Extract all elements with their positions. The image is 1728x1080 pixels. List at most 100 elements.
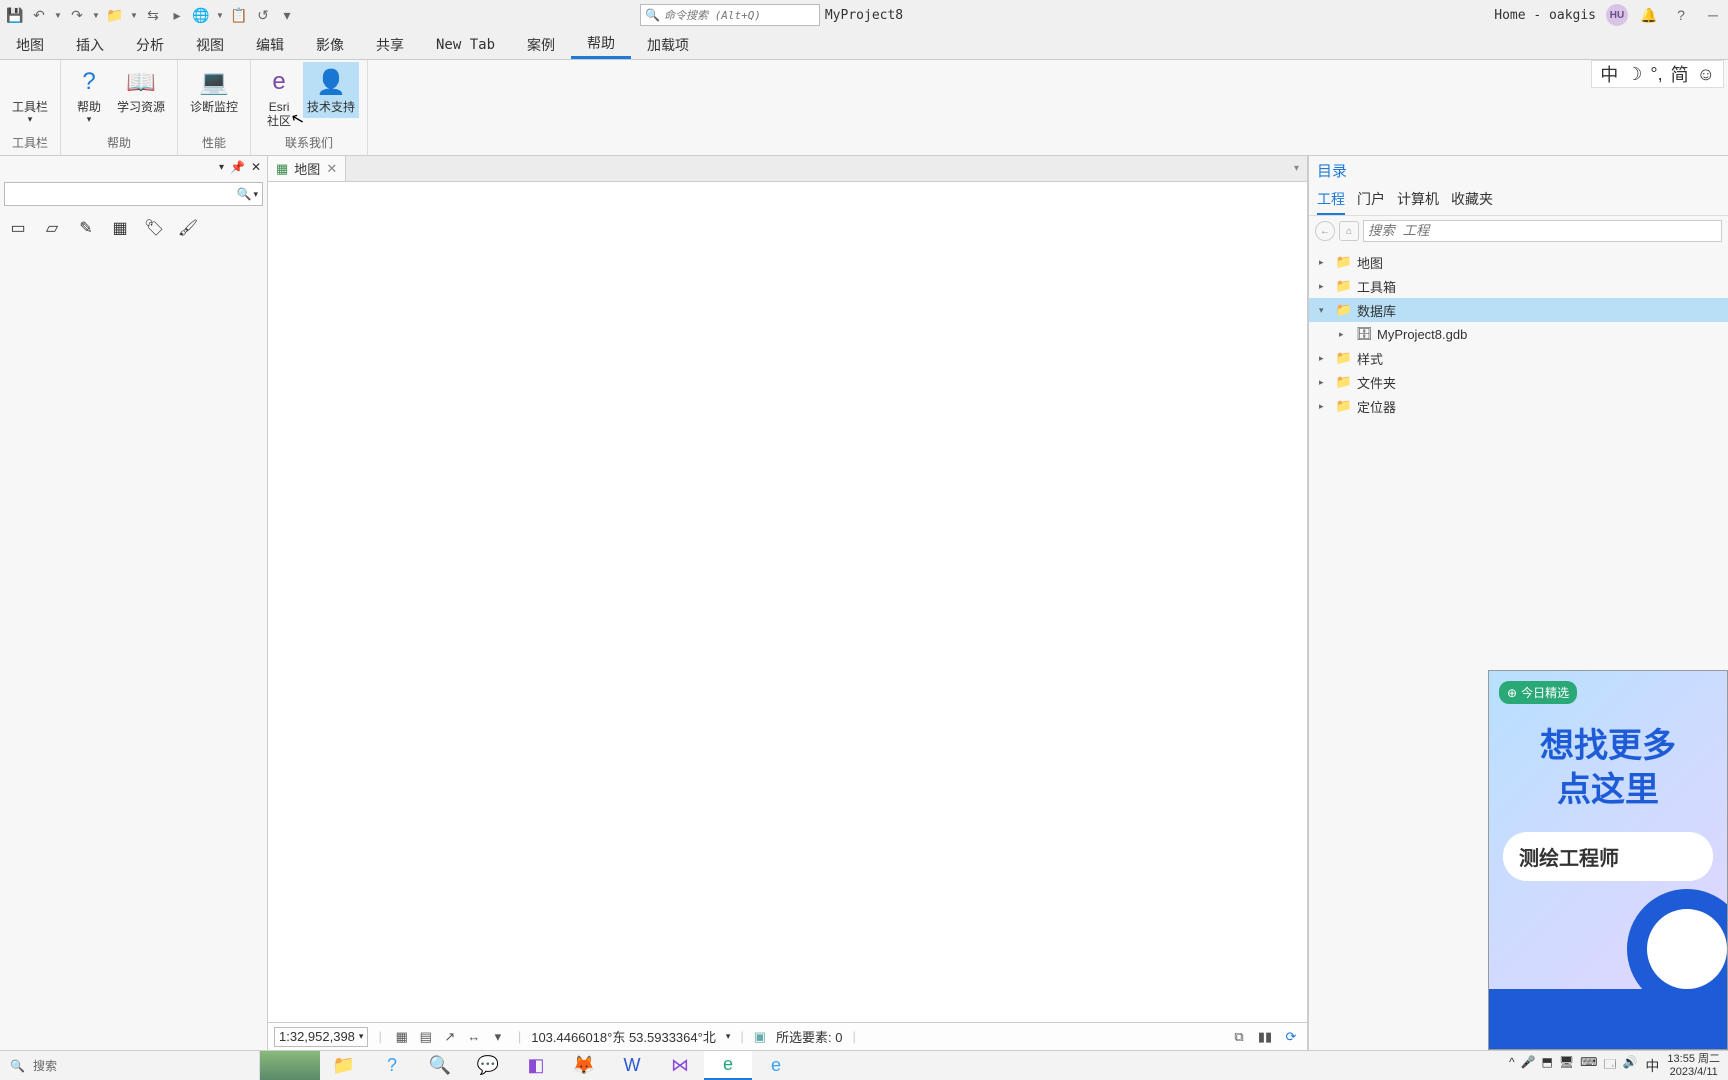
chevron-down-icon[interactable]: ▾ [219,162,224,173]
chevron-down-icon[interactable]: ▾ [726,1031,731,1042]
tray-icon-1[interactable]: 🎤 [1521,1055,1536,1076]
tab-帮助[interactable]: 帮助 [571,30,631,59]
ribbon-诊断监控[interactable]: 💻诊断监控 [186,62,242,118]
tree-node-定位器[interactable]: ▸📁定位器 [1309,394,1728,418]
dropdown-icon[interactable]: ▼ [128,4,140,26]
paste-icon[interactable]: 📋 [228,4,250,26]
bell-icon[interactable]: 🔔 [1638,4,1660,26]
coordinates[interactable]: 103.4466018°东 53.5933364°北 [531,1027,716,1046]
taskbar-app-wechat[interactable]: 💬 [464,1051,512,1080]
chevron-down-icon[interactable]: ▾ [1286,163,1307,174]
command-search-input[interactable] [664,9,815,22]
ime-char[interactable]: 简 [1671,61,1689,87]
ime-char[interactable]: °, [1650,64,1662,85]
catalog-search-input[interactable] [1363,220,1722,242]
command-search[interactable]: 🔍 [640,4,820,26]
contents-search-input[interactable] [9,187,237,202]
taskbar-app-app-purple[interactable]: ◧ [512,1051,560,1080]
tree-node-数据库[interactable]: ▾📁数据库 [1309,298,1728,322]
tray-icon-2[interactable]: ⬒ [1542,1055,1553,1076]
tray-icon-4[interactable]: ⌨ [1580,1055,1597,1076]
back-button[interactable]: ← [1315,221,1335,241]
tray-icon-3[interactable]: 🖥 [1559,1055,1574,1076]
tray-icon-0[interactable]: ^ [1509,1055,1515,1076]
dropdown-icon[interactable]: ▼ [90,4,102,26]
ime-char[interactable]: 中 [1600,61,1618,87]
clock[interactable]: 13:55 周二2023/4/11 [1667,1053,1720,1077]
dropdown-icon[interactable]: ▼ [52,4,64,26]
tree-node-文件夹[interactable]: ▸📁文件夹 [1309,370,1728,394]
help-icon[interactable]: ? [1670,4,1692,26]
expand-icon[interactable]: ▸ [1319,377,1331,388]
taskbar-app-firefox[interactable]: 🦊 [560,1051,608,1080]
tab-New Tab[interactable]: New Tab [420,30,511,59]
map-tab[interactable]: ▦ 地图 ✕ [268,156,346,181]
undo-icon[interactable]: ↶ [28,4,50,26]
dropdown-icon[interactable]: ▼ [214,4,226,26]
contents-listing[interactable] [0,246,267,254]
expand-icon[interactable]: ▸ [1319,257,1331,268]
ime-char[interactable]: ☺ [1697,64,1715,85]
tree-node-地图[interactable]: ▸📁地图 [1309,250,1728,274]
catalog-tab-计算机[interactable]: 计算机 [1397,185,1439,215]
tab-影像[interactable]: 影像 [300,30,360,59]
taskbar-app-edge[interactable]: e [704,1051,752,1080]
tab-视图[interactable]: 视图 [180,30,240,59]
scale-selector[interactable]: 1:32,952,398 ▾ [274,1027,368,1047]
expand-icon[interactable]: ▸ [1319,401,1331,412]
present-icon[interactable]: ▸ [166,4,188,26]
status-btn-3[interactable]: ↔ [464,1027,484,1047]
minimize-button[interactable]: ─ [1702,4,1724,26]
taskbar-app-visual-studio[interactable]: ⋈ [656,1051,704,1080]
search-icon[interactable]: 🔍 [237,187,252,201]
tab-地图[interactable]: 地图 [0,30,60,59]
save-icon[interactable]: 💾 [4,4,26,26]
ribbon-学习资源[interactable]: 📖学习资源 [113,62,169,118]
ime-indicator[interactable]: 中☽°,简☺ [1591,60,1724,88]
tray-icon-5[interactable]: 🗔 [1603,1055,1616,1076]
map-canvas[interactable] [268,182,1307,1022]
expand-icon[interactable]: ▸ [1319,353,1331,364]
pin-icon[interactable]: 📌 [230,160,245,174]
contents-tool-5[interactable]: 🖌 [176,216,200,240]
tab-加载项[interactable]: 加载项 [631,30,705,59]
tab-共享[interactable]: 共享 [360,30,420,59]
redo-icon[interactable]: ↷ [66,4,88,26]
contents-tool-0[interactable]: ▭ [6,216,30,240]
history-icon[interactable]: ↺ [252,4,274,26]
taskbar-widget[interactable] [260,1051,320,1080]
ribbon-工具栏[interactable]: 工具栏▾ [8,62,52,129]
contents-tool-1[interactable]: ▱ [40,216,64,240]
up-button[interactable]: ⌂ [1339,221,1359,241]
collapse-icon[interactable]: ▾ [1319,305,1331,316]
status-trail-0[interactable]: ⧉ [1229,1027,1249,1047]
status-btn-4[interactable]: ▾ [488,1027,508,1047]
tree-node-MyProject8.gdb[interactable]: ▸🗄MyProject8.gdb [1309,322,1728,346]
tab-插入[interactable]: 插入 [60,30,120,59]
close-icon[interactable]: ✕ [251,160,261,174]
expand-icon[interactable]: ▸ [1339,329,1351,340]
expand-icon[interactable]: ▸ [1319,281,1331,292]
user-label[interactable]: Home - oakgis [1494,8,1596,23]
contents-tool-3[interactable]: ▦ [108,216,132,240]
ad-overlay[interactable]: ⊕ 今日精选 想找更多点这里 测绘工程师 [1488,670,1728,1050]
ime-indicator[interactable]: 中 [1645,1056,1659,1076]
catalog-tab-收藏夹[interactable]: 收藏夹 [1451,185,1493,215]
status-trail-2[interactable]: ⟳ [1281,1027,1301,1047]
contents-tool-4[interactable]: 🏷 [142,216,166,240]
ribbon-Esri社区[interactable]: eEsri 社区 [259,62,299,133]
tray-icon-6[interactable]: 🔊 [1622,1055,1637,1076]
switch-icon[interactable]: ⇆ [142,4,164,26]
ad-search-pill[interactable]: 测绘工程师 [1503,832,1713,881]
ribbon-技术支持[interactable]: 👤技术支持 [303,62,359,118]
tree-node-工具箱[interactable]: ▸📁工具箱 [1309,274,1728,298]
ribbon-帮助[interactable]: ?帮助▾ [69,62,109,129]
tab-编辑[interactable]: 编辑 [240,30,300,59]
tab-案例[interactable]: 案例 [511,30,571,59]
avatar[interactable]: HU [1606,4,1628,26]
status-btn-2[interactable]: ↗ [440,1027,460,1047]
catalog-tab-工程[interactable]: 工程 [1317,185,1345,215]
more-icon[interactable]: ▾ [276,4,298,26]
taskbar-app-ie[interactable]: e [752,1051,800,1080]
taskbar-search[interactable]: 🔍 搜索 [0,1051,260,1080]
